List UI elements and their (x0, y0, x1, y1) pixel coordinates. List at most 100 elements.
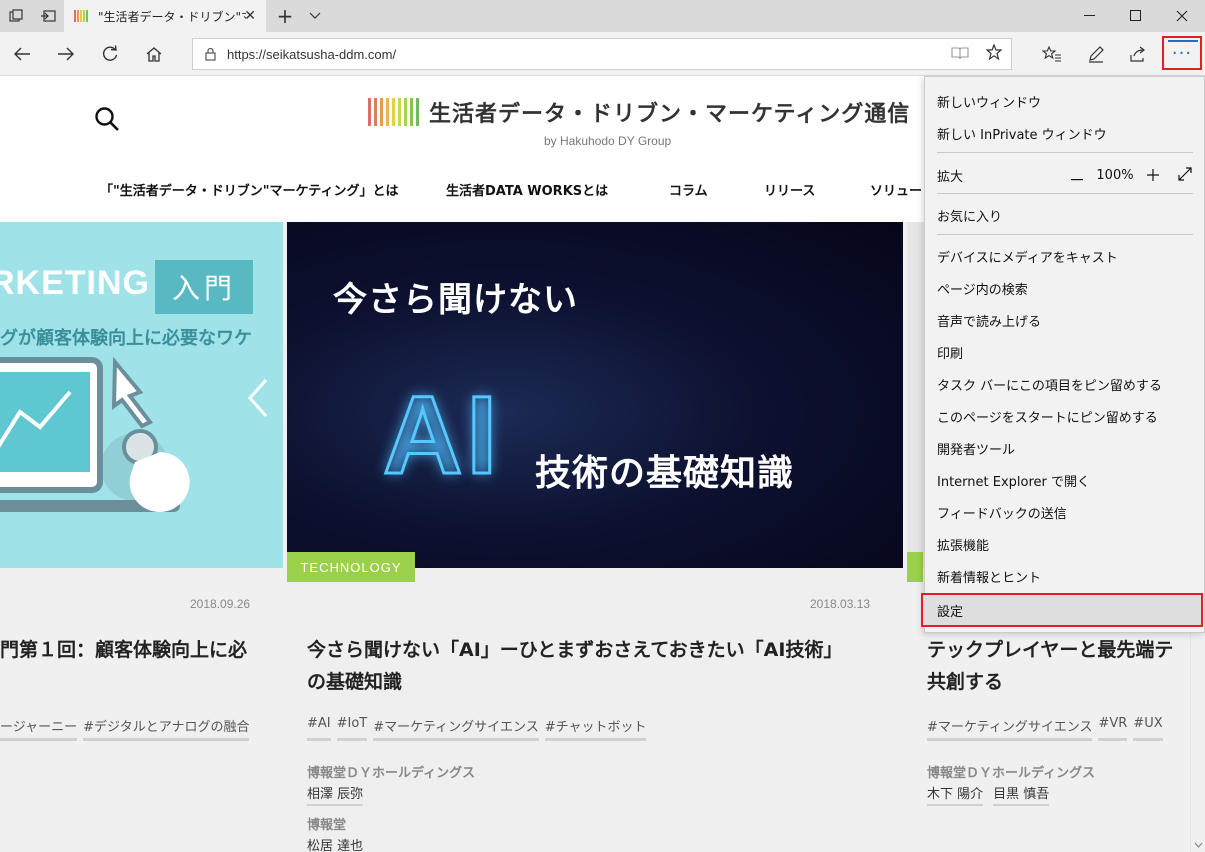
author-organization: 博報堂ＤＹホールディングス (927, 766, 1096, 781)
menu-divider (937, 193, 1193, 194)
hero-heading: 今さら聞けない (333, 280, 578, 320)
nav-item-release[interactable]: リリース (764, 180, 815, 199)
menu-item-read-aloud[interactable]: 音声で読み上げる (937, 311, 1041, 330)
menu-item-settings[interactable]: 設定 (921, 593, 1203, 627)
author-organization: 博報堂 (307, 818, 347, 833)
window-close-button[interactable] (1159, 0, 1205, 32)
reading-view-icon[interactable] (943, 45, 977, 64)
menu-item-print[interactable]: 印刷 (937, 343, 963, 362)
article-title-line: 今さら聞けない「AI」ーひとまずおさえておきたい「AI技術」 (307, 639, 843, 661)
tag-link[interactable]: ージャーニー (0, 716, 78, 741)
tag-link[interactable]: #AI (307, 716, 331, 741)
menu-divider (937, 234, 1193, 235)
lock-icon (193, 47, 227, 61)
menu-item-pin-taskbar[interactable]: タスク バーにこの項目をピン留めする (937, 375, 1162, 394)
menu-item-new-window[interactable]: 新しいウィンドウ (937, 92, 1041, 111)
article-title-line: 共創する (927, 671, 1004, 693)
author-link[interactable]: 松居 達也 (307, 835, 363, 852)
menu-item-zoom-label: 拡大 (937, 170, 964, 185)
menu-item-find[interactable]: ページ内の検索 (937, 279, 1028, 298)
menu-item-devtools[interactable]: 開発者ツール (937, 439, 1015, 458)
article-hero-image[interactable]: RKETING 入門 グが顧客体験向上に必要なワケ (0, 222, 283, 568)
author-names: 松居 達也 (307, 835, 363, 852)
active-tab[interactable]: "生活者データ・ドリブン"マーケ ✕ (64, 0, 266, 32)
author-link[interactable]: 木下 陽介 (927, 783, 984, 806)
category-badge[interactable] (907, 552, 923, 582)
tab-close-icon[interactable]: ✕ (244, 8, 256, 24)
settings-and-more-menu: 新しいウィンドウ 新しい InPrivate ウィンドウ 拡大 100% お気に… (921, 76, 1205, 633)
author-link[interactable]: 相澤 辰弥 (307, 783, 364, 806)
address-bar[interactable]: https://seikatsusha-ddm.com/ (192, 38, 1012, 70)
article-card[interactable]: 今さら聞けない AI 技術の基礎知識 TECHNOLOGY 2018.03.13… (287, 222, 903, 852)
nav-item-column[interactable]: コラム (669, 180, 708, 199)
share-icon[interactable] (1120, 36, 1156, 72)
new-tab-button[interactable]: + (272, 0, 298, 32)
back-button[interactable] (4, 36, 40, 72)
menu-divider (937, 152, 1193, 153)
category-badge[interactable]: TECHNOLOGY (287, 552, 415, 582)
tag-link[interactable]: #デジタルとアナログの融合 (83, 716, 250, 741)
tag-link[interactable]: #マーケティングサイエンス (373, 716, 539, 741)
global-navigation: 「"生活者データ・ドリブン"マーケティング」とは 生活者DATA WORKSとは… (0, 180, 930, 210)
full-screen-icon[interactable] (1169, 165, 1201, 186)
web-note-pen-icon[interactable] (1078, 36, 1114, 72)
menu-item-pin-start[interactable]: このページをスタートにピン留めする (937, 407, 1158, 426)
author-organization: 博報堂ＤＹホールディングス (307, 766, 476, 781)
nav-item-solution[interactable]: ソリュー (870, 180, 922, 199)
logo-text: 生活者データ・ドリブン・マーケティング通信 (429, 102, 911, 127)
article-card[interactable]: RKETING 入門 グが顧客体験向上に必要なワケ 2018.09.26 門第１… (0, 222, 283, 852)
menu-item-feedback[interactable]: フィードバックの送信 (937, 503, 1067, 522)
hero-heading: RKETING (0, 264, 150, 302)
tab-list-chevron-icon[interactable] (304, 0, 326, 32)
article-title[interactable]: テックプレイヤーと最先端テ 共創する (927, 634, 1190, 698)
zoom-in-button[interactable] (1137, 165, 1169, 186)
logo-bars-icon (368, 98, 419, 126)
zoom-level: 100% (1096, 168, 1134, 183)
menu-item-extensions[interactable]: 拡張機能 (937, 535, 989, 554)
zoom-out-button[interactable] (1061, 165, 1093, 186)
hero-subheading: 技術の基礎知識 (535, 453, 795, 494)
article-title-line: の基礎知識 (307, 671, 403, 693)
slider-prev-arrow-icon[interactable] (246, 378, 270, 418)
url-text[interactable]: https://seikatsusha-ddm.com/ (227, 47, 943, 62)
article-title[interactable]: 門第１回：顧客体験向上に必 (0, 634, 247, 666)
nav-item-about[interactable]: 「"生活者データ・ドリブン"マーケティング」とは (100, 180, 399, 199)
minimize-button[interactable] (1067, 0, 1113, 32)
tab-title: "生活者データ・ドリブン"マーケ (98, 9, 246, 24)
menu-item-favorites[interactable]: お気に入り (937, 206, 1002, 225)
scroll-down-chevron-icon[interactable] (1191, 837, 1205, 852)
home-button[interactable] (136, 36, 172, 72)
menu-item-cast[interactable]: デバイスにメディアをキャスト (937, 247, 1118, 266)
browser-window: "生活者データ・ドリブン"マーケ ✕ + (0, 0, 1205, 852)
article-tags: #マーケティングサイエンス #VR #UX (927, 716, 1163, 741)
tab-preview-icon[interactable] (0, 0, 32, 32)
forward-button[interactable] (48, 36, 84, 72)
hero-ai-text: AI (382, 373, 501, 499)
favorites-hub-icon[interactable] (1034, 36, 1070, 72)
site-favicon-icon (74, 10, 90, 22)
menu-item-whats-new[interactable]: 新着情報とヒント (937, 567, 1041, 586)
refresh-button[interactable] (92, 36, 128, 72)
nav-item-data-works[interactable]: 生活者DATA WORKSとは (446, 180, 608, 199)
article-date: 2018.09.26 (190, 597, 251, 611)
article-tags: ージャーニー #デジタルとアナログの融合 (0, 716, 250, 741)
zoom-control: 100% (1061, 165, 1201, 186)
set-aside-tabs-icon[interactable] (32, 0, 64, 32)
search-icon[interactable] (94, 106, 120, 132)
maximize-button[interactable] (1113, 0, 1159, 32)
monitor-illustration-icon (0, 356, 190, 512)
tag-link[interactable]: #チャットボット (544, 716, 647, 741)
tag-link[interactable]: #IoT (336, 716, 368, 741)
tag-link[interactable]: #マーケティングサイエンス (927, 716, 1093, 741)
author-names: 相澤 辰弥 (307, 783, 364, 806)
author-link[interactable]: 目黒 慎吾 (993, 783, 1050, 806)
article-tags: #AI #IoT #マーケティングサイエンス #チャットボット (307, 716, 647, 741)
menu-item-new-inprivate[interactable]: 新しい InPrivate ウィンドウ (937, 124, 1107, 143)
article-hero-image[interactable]: 今さら聞けない AI 技術の基礎知識 (287, 222, 903, 568)
article-title[interactable]: 今さら聞けない「AI」ーひとまずおさえておきたい「AI技術」 の基礎知識 (307, 634, 887, 698)
tag-link[interactable]: #VR (1098, 716, 1128, 741)
site-logo[interactable]: 生活者データ・ドリブン・マーケティング通信 (368, 96, 910, 128)
tag-link[interactable]: #UX (1133, 716, 1163, 741)
favorite-star-icon[interactable] (977, 43, 1011, 64)
menu-item-open-ie[interactable]: Internet Explorer で開く (937, 471, 1090, 490)
